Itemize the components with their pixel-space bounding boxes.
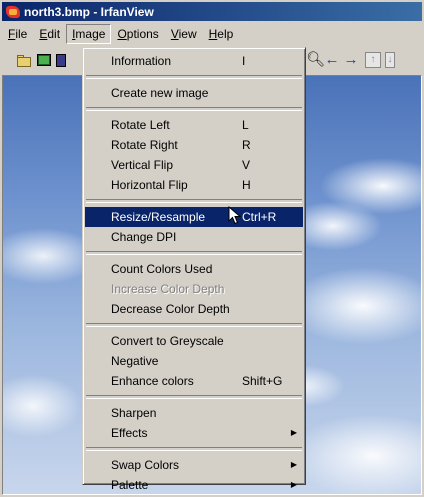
- menu-separator: [86, 447, 302, 451]
- menu-item-negative[interactable]: Negative: [85, 351, 303, 371]
- menu-edit[interactable]: Edit: [33, 24, 66, 44]
- menu-item-resize-resample[interactable]: Resize/Resample Ctrl+R: [85, 207, 303, 227]
- back-arrow-icon[interactable]: ←: [324, 52, 340, 68]
- menu-item-rotate-left[interactable]: Rotate Left L: [85, 115, 303, 135]
- menu-item-count-colors[interactable]: Count Colors Used: [85, 259, 303, 279]
- save-icon[interactable]: [56, 52, 66, 68]
- menu-view[interactable]: View: [165, 24, 203, 44]
- mouse-cursor-icon: [228, 206, 242, 225]
- irfanview-app-icon[interactable]: [5, 4, 21, 20]
- menu-separator: [86, 251, 302, 255]
- menu-file[interactable]: File: [2, 24, 33, 44]
- image-dropdown-menu: Information I Create new image Rotate Lef…: [82, 47, 306, 492]
- menu-item-sharpen[interactable]: Sharpen: [85, 403, 303, 423]
- open-folder-icon[interactable]: [16, 52, 32, 68]
- menu-bar: File Edit Image Options View Help: [2, 23, 422, 45]
- menu-separator: [86, 395, 302, 399]
- menu-item-enhance-colors[interactable]: Enhance colors Shift+G: [85, 371, 303, 391]
- submenu-arrow-icon: ▶: [290, 460, 297, 469]
- menu-item-effects[interactable]: Effects ▶: [85, 423, 303, 443]
- menu-item-convert-greyscale[interactable]: Convert to Greyscale: [85, 331, 303, 351]
- menu-item-horizontal-flip[interactable]: Horizontal Flip H: [85, 175, 303, 195]
- menu-item-information[interactable]: Information I: [85, 51, 303, 71]
- menu-item-palette[interactable]: Palette ▶: [85, 475, 303, 495]
- menu-image[interactable]: Image: [66, 24, 112, 44]
- slideshow-icon[interactable]: [36, 52, 52, 68]
- menu-item-rotate-right[interactable]: Rotate Right R: [85, 135, 303, 155]
- up-icon[interactable]: ↑: [365, 52, 381, 68]
- menu-separator: [86, 107, 302, 111]
- menu-options[interactable]: Options: [111, 24, 164, 44]
- title-bar: north3.bmp - IrfanView: [2, 2, 422, 21]
- forward-arrow-icon[interactable]: →: [343, 52, 359, 68]
- down-icon[interactable]: ↓: [385, 52, 395, 68]
- menu-item-change-dpi[interactable]: Change DPI: [85, 227, 303, 247]
- menu-separator: [86, 75, 302, 79]
- submenu-arrow-icon: ▶: [290, 428, 297, 437]
- menu-item-vertical-flip[interactable]: Vertical Flip V: [85, 155, 303, 175]
- menu-item-decrease-color-depth[interactable]: Decrease Color Depth: [85, 299, 303, 319]
- menu-item-create-new-image[interactable]: Create new image: [85, 83, 303, 103]
- menu-item-swap-colors[interactable]: Swap Colors ▶: [85, 455, 303, 475]
- menu-item-increase-color-depth: Increase Color Depth: [111, 282, 225, 296]
- menu-separator: [86, 199, 302, 203]
- menu-help[interactable]: Help: [203, 24, 240, 44]
- zoom-icon[interactable]: 🔍︎: [306, 52, 325, 68]
- menu-separator: [86, 323, 302, 327]
- submenu-arrow-icon: ▶: [290, 480, 297, 489]
- window-title: north3.bmp - IrfanView: [24, 4, 154, 19]
